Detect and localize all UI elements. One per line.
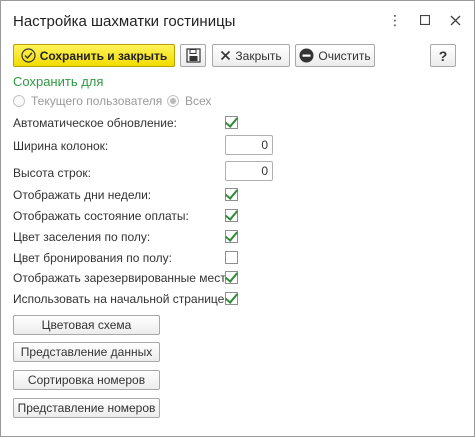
close-x-icon (221, 50, 231, 61)
column-width-input[interactable] (225, 135, 273, 155)
help-button[interactable]: ? (430, 44, 456, 67)
use-on-home-label: Использовать на начальной странице: (13, 292, 228, 306)
room-view-button[interactable]: Представление номеров (13, 398, 160, 418)
check-circle-icon (21, 48, 36, 63)
show-payment-checkbox[interactable] (225, 209, 238, 222)
save-for-label: Сохранить для (13, 74, 104, 89)
show-weekdays-label: Отображать дни недели: (13, 188, 152, 202)
floppy-disk-icon (185, 48, 201, 63)
room-sort-button[interactable]: Сортировка номеров (13, 370, 160, 390)
clear-button[interactable]: Очистить (295, 44, 375, 67)
data-view-button[interactable]: Представление данных (13, 342, 160, 362)
maximize-icon[interactable] (416, 11, 434, 29)
color-by-gender-checkbox[interactable] (225, 230, 238, 243)
close-icon[interactable] (446, 11, 464, 29)
save-button[interactable] (180, 44, 206, 67)
title-bar: Настройка шахматки гостиницы ⋮ (1, 1, 474, 39)
show-reserved-checkbox[interactable] (225, 271, 238, 284)
color-by-gender-label: Цвет заселения по полу: (13, 230, 151, 244)
row-height-label: Высота строк: (13, 166, 91, 180)
radio-all[interactable]: Всех (167, 94, 211, 108)
booking-color-by-gender-label: Цвет бронирования по полу: (13, 251, 172, 265)
close-label: Закрыть (235, 48, 282, 63)
show-reserved-label: Отображать зарезервированные места: (13, 271, 236, 285)
clear-label: Очистить (318, 48, 371, 63)
auto-update-label: Автоматическое обновление: (13, 116, 177, 130)
row-height-input[interactable] (225, 161, 273, 181)
save-and-close-button[interactable]: Сохранить и закрыть (13, 44, 175, 67)
show-weekdays-checkbox[interactable] (225, 188, 238, 201)
auto-update-checkbox[interactable] (225, 116, 238, 129)
use-on-home-checkbox[interactable] (225, 292, 238, 305)
column-width-label: Ширина колонок: (13, 139, 109, 153)
minus-circle-icon (299, 48, 314, 63)
show-payment-label: Отображать состояние оплаты: (13, 209, 189, 223)
booking-color-by-gender-checkbox[interactable] (225, 251, 238, 264)
radio-all-label: Всех (185, 94, 212, 108)
window-title: Настройка шахматки гостиницы (13, 13, 236, 30)
radio-current-user-label: Текущего пользователя (31, 94, 163, 108)
radio-current-user[interactable]: Текущего пользователя (13, 94, 162, 108)
more-icon[interactable]: ⋮ (386, 11, 404, 29)
color-scheme-button[interactable]: Цветовая схема (13, 315, 160, 335)
save-and-close-label: Сохранить и закрыть (39, 48, 168, 63)
close-button[interactable]: Закрыть (212, 44, 290, 67)
radio-button[interactable] (167, 95, 179, 107)
settings-window: Настройка шахматки гостиницы ⋮ Сохранить… (0, 0, 475, 437)
radio-button[interactable] (13, 95, 25, 107)
